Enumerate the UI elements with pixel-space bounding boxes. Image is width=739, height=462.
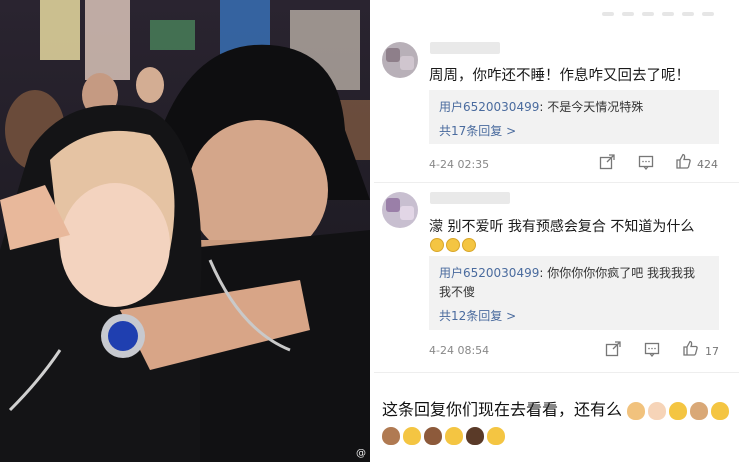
divider xyxy=(374,182,739,183)
photo-image xyxy=(0,0,370,462)
person-emoji-icon xyxy=(669,401,688,420)
comment-text: 濛 别不爱听 我有预感会复合 不知道为什么 xyxy=(429,219,695,235)
reply-text: 不是今天情况特殊 xyxy=(547,100,644,114)
photo: @ xyxy=(0,0,370,462)
person-emoji-icon xyxy=(487,426,505,445)
comment-icon[interactable] xyxy=(644,341,660,361)
comment-item: 周周，你咋还不睡！作息咋又回去了呢！ 用户6520030499: 不是今天情况特… xyxy=(374,30,739,180)
laugh-emoji-icon xyxy=(462,237,476,252)
status-dot xyxy=(622,12,634,16)
share-icon[interactable] xyxy=(599,154,615,174)
status-dot xyxy=(642,12,654,16)
reply-line: 用户6520030499: 你你你你你疯了吧 我我我我 xyxy=(439,264,695,281)
avatar[interactable] xyxy=(382,42,418,78)
comment-time: 4-24 02:35 xyxy=(429,158,490,171)
comment-item: 濛 别不爱听 我有预感会复合 不知道为什么 用户6520030499: 你你你你… xyxy=(374,186,739,366)
like-icon[interactable] xyxy=(682,340,699,361)
person-emoji-icon xyxy=(690,401,709,420)
avatar[interactable] xyxy=(382,192,418,228)
caption-text: 这条回复你们现在去看看，还有么 xyxy=(382,400,623,419)
reply-box[interactable]: 用户6520030499: 你你你你你疯了吧 我我我我 我不傻 共12条回复 > xyxy=(429,256,719,330)
watermark: @ xyxy=(356,448,366,459)
status-dot xyxy=(662,12,674,16)
reply-user[interactable]: 用户6520030499 xyxy=(439,266,539,280)
top-bar xyxy=(374,0,739,24)
comment-time: 4-24 08:54 xyxy=(429,344,490,357)
like-count: 424 xyxy=(697,158,718,171)
username-blurred[interactable] xyxy=(430,192,510,204)
person-emoji-icon xyxy=(382,426,400,445)
reply-sep: : xyxy=(539,100,544,114)
laugh-emoji-icon xyxy=(430,237,444,252)
comment-panel: 周周，你咋还不睡！作息咋又回去了呢！ 用户6520030499: 不是今天情况特… xyxy=(374,0,739,462)
comment-icon[interactable] xyxy=(638,154,654,174)
person-emoji-icon xyxy=(424,426,442,445)
reply-line-2: 我不傻 xyxy=(439,285,476,299)
person-emoji-icon xyxy=(445,426,463,445)
status-dot xyxy=(702,12,714,16)
laugh-emoji-icon xyxy=(446,237,460,252)
like-icon[interactable] xyxy=(675,153,692,174)
caption-line: 这条回复你们现在去看看，还有么 xyxy=(382,396,732,420)
comment-text: 周周，你咋还不睡！作息咋又回去了呢！ xyxy=(429,68,690,84)
reply-sep: : xyxy=(539,266,544,280)
reply-text: 你你你你你疯了吧 我我我我 xyxy=(547,266,696,280)
reply-box[interactable]: 用户6520030499: 不是今天情况特殊 共17条回复 > xyxy=(429,90,719,144)
share-icon[interactable] xyxy=(605,341,621,361)
caption-emoji-row xyxy=(382,425,508,445)
status-dot xyxy=(602,12,614,16)
status-dot xyxy=(682,12,694,16)
person-emoji-icon xyxy=(648,401,667,420)
reply-line: 用户6520030499: 不是今天情况特殊 xyxy=(439,98,643,115)
person-emoji-icon xyxy=(466,426,484,445)
like-count: 17 xyxy=(705,345,719,358)
person-emoji-icon xyxy=(627,401,646,420)
divider xyxy=(374,372,739,373)
person-emoji-icon xyxy=(403,426,421,445)
person-emoji-icon xyxy=(711,401,730,420)
more-replies-link[interactable]: 共12条回复 > xyxy=(439,307,516,324)
reply-user[interactable]: 用户6520030499 xyxy=(439,100,539,114)
username-blurred[interactable] xyxy=(430,42,500,54)
emoji-row xyxy=(430,234,478,253)
more-replies-link[interactable]: 共17条回复 > xyxy=(439,122,516,139)
